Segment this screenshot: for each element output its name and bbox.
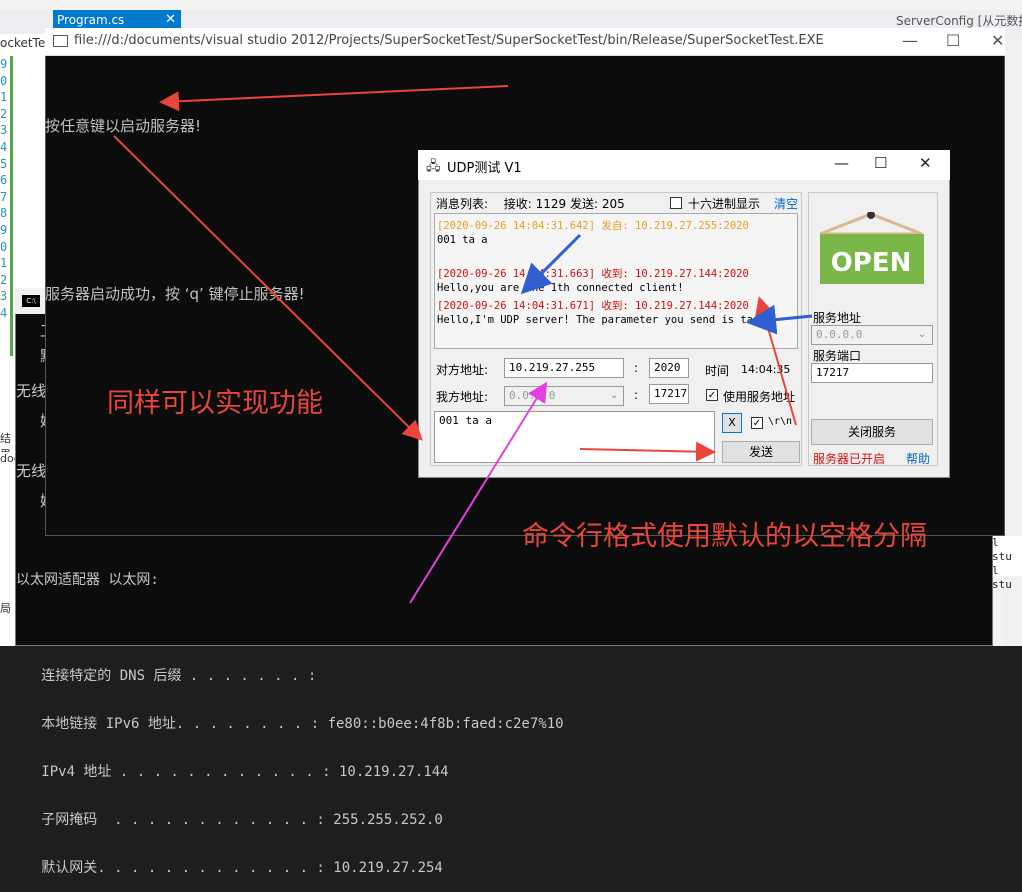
ipconfig-line: 连接特定的 DNS 后缀 . . . . . . . : xyxy=(16,668,317,684)
red-arrow xyxy=(113,135,423,441)
red-arrow xyxy=(579,441,716,462)
blue-arrow xyxy=(520,233,582,295)
magenta-arrow xyxy=(409,381,548,604)
ipconfig-line: 本地链接 IPv6 地址. . . . . . . . : fe80::b0ee… xyxy=(16,716,564,732)
red-arrow xyxy=(159,85,509,112)
ipconfig-line: 子网掩码 . . . . . . . . . . . . : 255.255.2… xyxy=(16,812,443,828)
ipconfig-line: 默认网关. . . . . . . . . . . . . : 10.219.2… xyxy=(16,860,443,876)
blue-arrow xyxy=(746,304,813,335)
ipconfig-line: IPv4 地址 . . . . . . . . . . . . : 10.219… xyxy=(16,764,449,780)
annotation-arrows xyxy=(113,85,813,604)
